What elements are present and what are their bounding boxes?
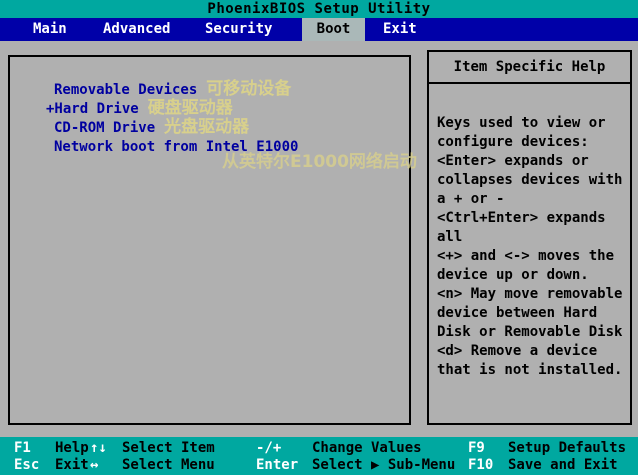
help-line: <n> May move removable xyxy=(437,285,626,304)
device-annotation: 从英特尔E1000网络启动 xyxy=(222,155,417,169)
help-line: a + or - xyxy=(437,190,626,209)
device-label: +Hard Drive xyxy=(46,101,139,117)
bios-setup-screen: PhoenixBIOS Setup Utility Main Advanced … xyxy=(0,0,638,475)
tab-advanced[interactable]: Advanced xyxy=(97,18,176,41)
help-panel-header: Item Specific Help xyxy=(429,52,630,84)
key-f9-label: Setup Defaults xyxy=(508,440,626,456)
key-leftright-label: Select Menu xyxy=(122,457,215,473)
help-line: that is not installed. xyxy=(437,361,626,380)
help-line: <Ctrl+Enter> expands xyxy=(437,209,626,228)
key-f1: F1 xyxy=(14,440,31,456)
key-f1-label: Help xyxy=(55,440,89,456)
list-item-removable-devices[interactable]: Removable Devices 可移动设备 xyxy=(54,82,291,98)
tab-boot[interactable]: Boot xyxy=(302,18,365,41)
key-f10-label: Save and Exit xyxy=(508,457,618,473)
help-line: all xyxy=(437,228,626,247)
network-boot-annotation-row: 从英特尔E1000网络启动 xyxy=(222,155,417,169)
device-label: Removable Devices xyxy=(54,82,197,98)
help-line: device up or down. xyxy=(437,266,626,285)
list-item-cdrom-drive[interactable]: CD-ROM Drive 光盘驱动器 xyxy=(54,120,249,136)
key-updown-icon: ↑↓ xyxy=(90,440,107,456)
list-item-hard-drive[interactable]: +Hard Drive 硬盘驱动器 xyxy=(46,101,233,117)
device-label: CD-ROM Drive xyxy=(54,120,155,136)
help-panel: Item Specific Help Keys used to view or … xyxy=(427,50,632,425)
footer-keybar: F1 Help Esc Exit ↑↓ Select Item ↔ Select… xyxy=(0,437,638,475)
key-f9: F9 xyxy=(468,440,485,456)
app-title: PhoenixBIOS Setup Utility xyxy=(207,1,430,17)
help-line: <Enter> expands or xyxy=(437,152,626,171)
boot-device-panel: Removable Devices 可移动设备 +Hard Drive 硬盘驱动… xyxy=(8,55,411,425)
key-minusplus: -/+ xyxy=(256,440,281,456)
help-line: collapses devices with xyxy=(437,171,626,190)
help-line: configure devices: xyxy=(437,133,626,152)
key-enter-label: Select ▶ Sub-Menu xyxy=(312,457,455,473)
key-esc-label: Exit xyxy=(55,457,89,473)
key-f10: F10 xyxy=(468,457,493,473)
help-line: <d> Remove a device xyxy=(437,342,626,361)
help-line: Keys used to view or xyxy=(437,114,626,133)
titlebar: PhoenixBIOS Setup Utility xyxy=(0,0,638,18)
device-annotation: 硬盘驱动器 xyxy=(148,101,233,117)
help-panel-title: Item Specific Help xyxy=(454,59,606,75)
device-annotation: 光盘驱动器 xyxy=(164,120,249,136)
device-annotation: 可移动设备 xyxy=(206,82,291,98)
key-enter: Enter xyxy=(256,457,298,473)
tab-exit[interactable]: Exit xyxy=(377,18,423,41)
key-esc: Esc xyxy=(14,457,39,473)
tab-main[interactable]: Main xyxy=(27,18,73,41)
menu-bar: Main Advanced Security Boot Exit xyxy=(0,18,638,41)
help-line: device between Hard xyxy=(437,304,626,323)
key-leftright-icon: ↔ xyxy=(90,457,98,473)
help-panel-body: Keys used to view or configure devices: … xyxy=(429,84,630,380)
help-line: Disk or Removable Disk xyxy=(437,323,626,342)
key-minusplus-label: Change Values xyxy=(312,440,422,456)
help-line: <+> and <-> moves the xyxy=(437,247,626,266)
key-updown-label: Select Item xyxy=(122,440,215,456)
tab-security[interactable]: Security xyxy=(199,18,278,41)
